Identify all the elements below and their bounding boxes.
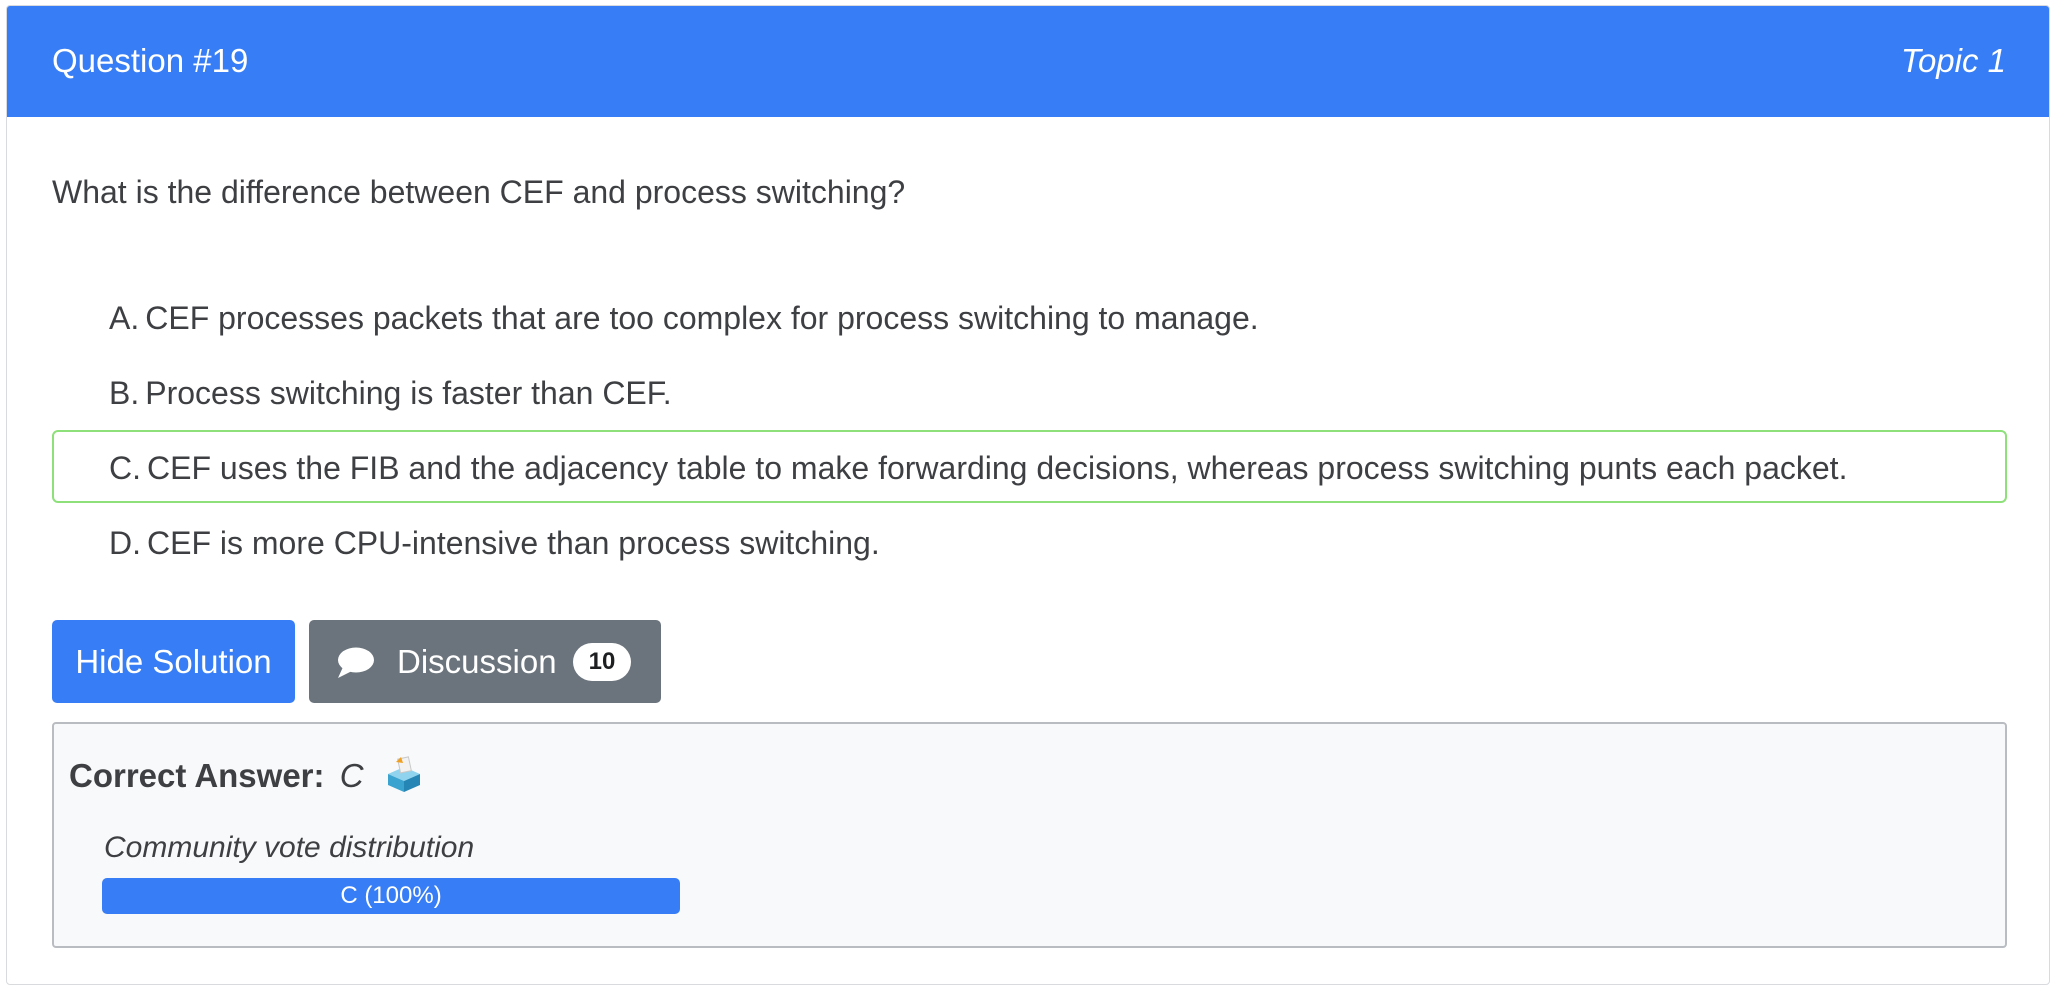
correct-answer-value: C: [339, 757, 364, 794]
discussion-count-badge: 10: [573, 643, 631, 681]
choice-b[interactable]: B. Process switching is faster than CEF.: [52, 355, 2007, 428]
discussion-label: Discussion: [397, 643, 557, 680]
comment-icon: [338, 647, 374, 678]
choice-a[interactable]: A. CEF processes packets that are too com…: [52, 280, 2007, 353]
choice-letter: C.: [109, 450, 141, 486]
choice-c[interactable]: C. CEF uses the FIB and the adjacency tab…: [52, 430, 2007, 503]
question-card: Question #19 Topic 1 What is the differe…: [6, 5, 2050, 985]
choice-text: CEF processes packets that are too compl…: [145, 300, 1259, 336]
choice-d[interactable]: D. CEF is more CPU-intensive than process…: [52, 505, 2007, 578]
discussion-button[interactable]: Discussion 10: [309, 620, 661, 703]
hide-solution-button[interactable]: Hide Solution: [52, 620, 295, 703]
choice-letter: D.: [109, 525, 141, 561]
choice-text: CEF is more CPU-intensive than process s…: [147, 525, 880, 561]
question-number: Question #19: [52, 42, 249, 79]
topic-label: Topic 1: [1900, 42, 2006, 79]
choice-letter: A.: [109, 300, 140, 336]
vote-bar-fill: C (100%): [102, 878, 680, 914]
vote-bar: C (100%): [102, 878, 680, 914]
choices-list: A. CEF processes packets that are too com…: [52, 280, 2007, 580]
correct-answer-label: Correct Answer:: [69, 757, 325, 794]
choice-letter: B.: [109, 375, 140, 411]
card-header: Question #19 Topic 1: [7, 6, 2049, 117]
choice-text: CEF uses the FIB and the adjacency table…: [147, 450, 1848, 486]
vote-distribution-title: Community vote distribution: [104, 831, 475, 864]
correct-answer: Correct Answer: C: [69, 754, 423, 798]
answer-box: Correct Answer: C Community vote distrib…: [52, 722, 2007, 948]
question-text: What is the difference between CEF and p…: [52, 174, 906, 210]
ballot-box-icon: [387, 756, 420, 793]
choice-text: Process switching is faster than CEF.: [145, 375, 672, 411]
